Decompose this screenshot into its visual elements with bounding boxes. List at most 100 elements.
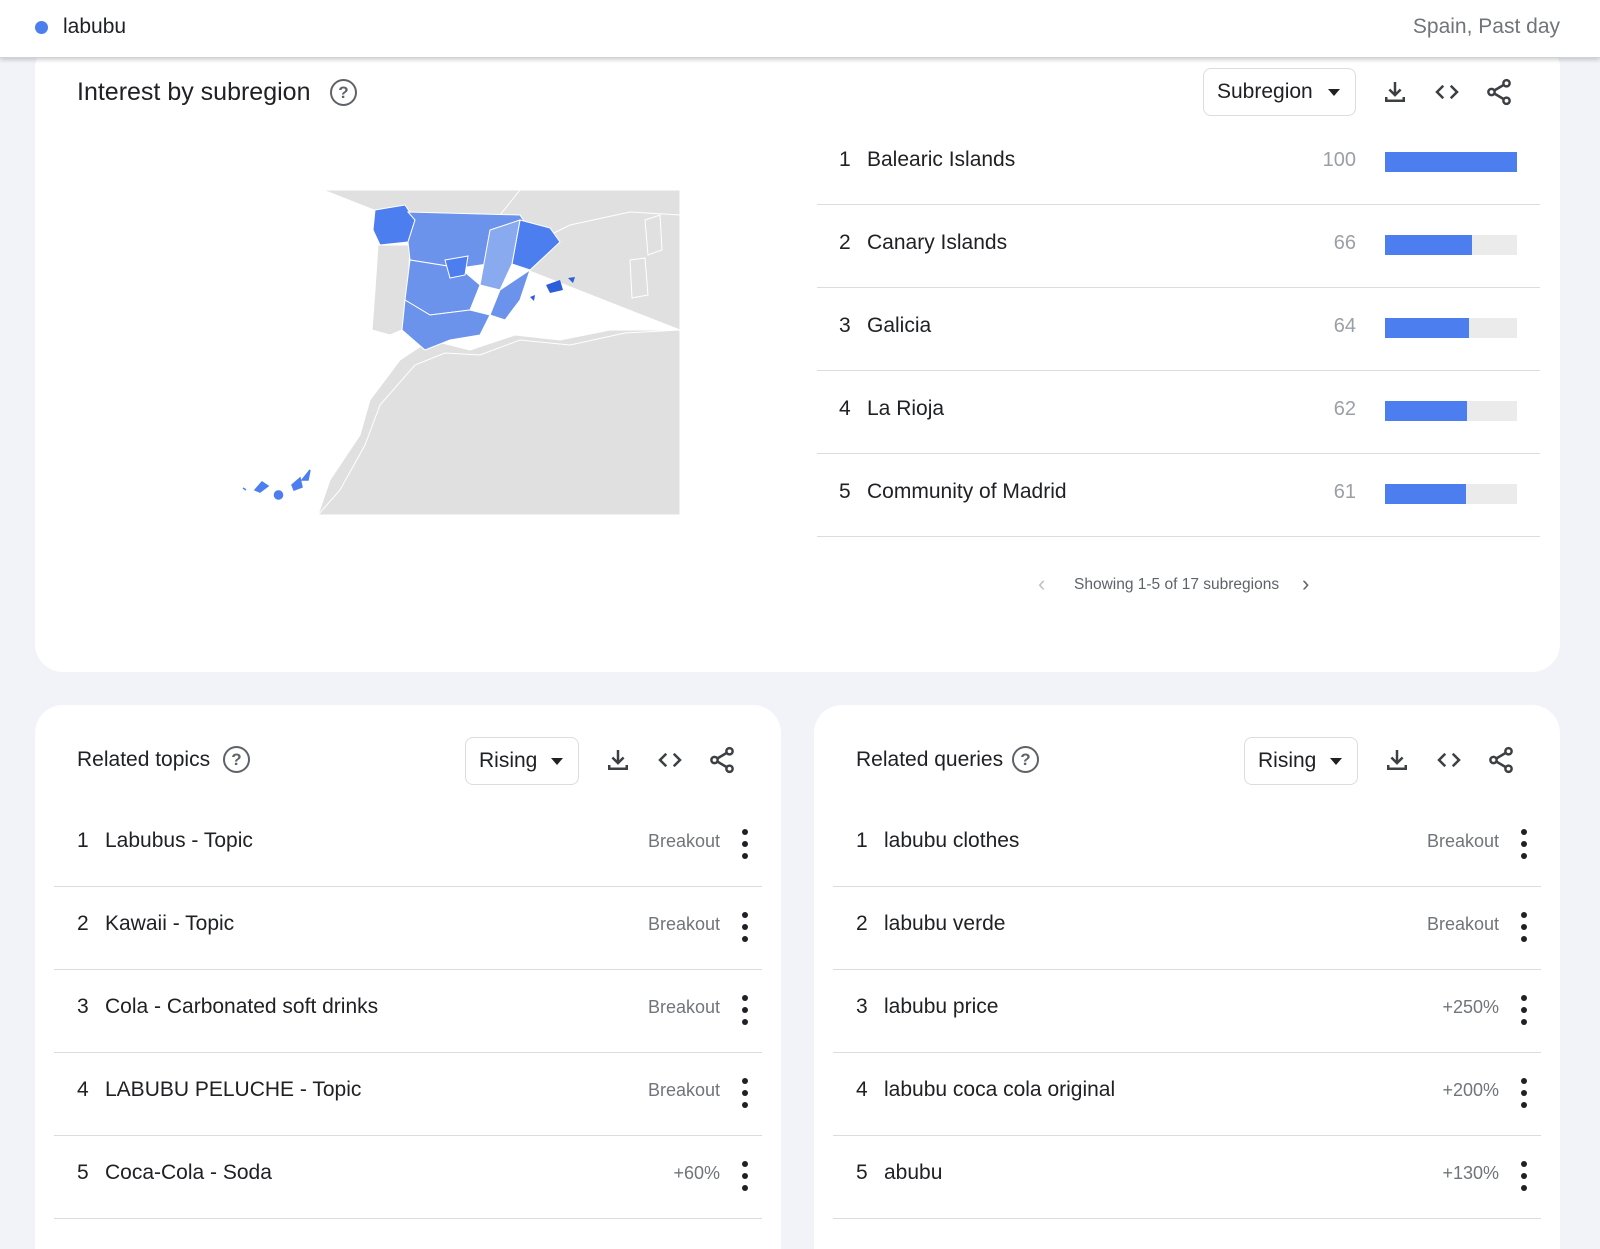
dropdown-value: Rising <box>479 749 538 772</box>
topics-dropdown[interactable]: Rising <box>465 737 579 785</box>
list-item[interactable]: 3 labubu price +250% <box>833 970 1541 1053</box>
value-bar-track <box>1385 484 1517 504</box>
list-item[interactable]: 4 labubu coca cola original +200% <box>833 1053 1541 1136</box>
more-vert-icon[interactable] <box>1514 1075 1534 1111</box>
chevron-right-icon[interactable]: › <box>1302 571 1309 597</box>
term-color-dot <box>35 21 48 34</box>
more-vert-icon[interactable] <box>1514 826 1534 862</box>
list-item[interactable]: 3 Cola - Carbonated soft drinks Breakout <box>54 970 762 1053</box>
more-vert-icon[interactable] <box>735 1075 755 1111</box>
download-icon[interactable] <box>1380 77 1410 107</box>
list-item[interactable]: 1 Labubus - Topic Breakout <box>54 804 762 887</box>
row-rank: 3 <box>77 995 89 1018</box>
row-value: 61 <box>1333 481 1356 503</box>
dropdown-value: Rising <box>1258 749 1317 772</box>
value-bar-track <box>1385 152 1517 172</box>
help-circle-icon[interactable]: ? <box>223 746 250 773</box>
value-bar-track <box>1385 235 1517 255</box>
row-rank: 1 <box>856 829 868 852</box>
list-item[interactable]: 4 LABUBU PELUCHE - Topic Breakout <box>54 1053 762 1136</box>
row-name: Galicia <box>867 314 932 337</box>
row-value: Breakout <box>647 997 720 1017</box>
resolution-dropdown[interactable]: Subregion <box>1203 68 1356 116</box>
share-icon[interactable] <box>1484 77 1514 107</box>
row-value: +250% <box>1442 997 1499 1017</box>
row-name: labubu coca cola original <box>884 1078 1116 1101</box>
value-bar-fill <box>1385 484 1466 504</box>
list-item[interactable]: 1 labubu clothes Breakout <box>833 804 1541 887</box>
queries-dropdown[interactable]: Rising <box>1244 737 1358 785</box>
more-vert-icon[interactable] <box>735 992 755 1028</box>
more-vert-icon[interactable] <box>1514 992 1534 1028</box>
row-name: labubu verde <box>884 912 1006 935</box>
related-queries-card: Related queries ? Rising 1 labubu clothe… <box>814 705 1560 1249</box>
embed-code-icon[interactable] <box>1432 77 1462 107</box>
list-item[interactable]: 2 labubu verde Breakout <box>833 887 1541 970</box>
help-circle-icon[interactable]: ? <box>330 79 357 106</box>
row-name: Coca-Cola - Soda <box>105 1161 272 1184</box>
chevron-left-icon[interactable]: ‹ <box>1038 571 1045 597</box>
caret-down-icon <box>1328 89 1340 96</box>
more-vert-icon[interactable] <box>1514 1158 1534 1194</box>
card-title: Related topics <box>77 748 211 771</box>
row-name: labubu price <box>884 995 999 1018</box>
subregion-row[interactable]: 4 La Rioja 62 <box>817 371 1540 454</box>
row-rank: 4 <box>77 1078 89 1101</box>
row-rank: 2 <box>77 912 89 935</box>
row-value: Breakout <box>647 831 720 851</box>
row-name: Kawaii - Topic <box>105 912 235 935</box>
subregion-pager: ‹ Showing 1-5 of 17 subregions › <box>1030 565 1330 605</box>
row-name: labubu clothes <box>884 829 1020 852</box>
value-bar-fill <box>1385 318 1470 338</box>
subregion-row[interactable]: 2 Canary Islands 66 <box>817 205 1540 288</box>
row-value: Breakout <box>1426 914 1499 934</box>
value-bar-track <box>1385 318 1517 338</box>
more-vert-icon[interactable] <box>735 826 755 862</box>
caret-down-icon <box>551 758 563 765</box>
list-item[interactable]: 2 Kawaii - Topic Breakout <box>54 887 762 970</box>
row-rank: 1 <box>839 148 851 171</box>
row-value: 66 <box>1333 232 1356 254</box>
list-item[interactable]: 5 abubu +130% <box>833 1136 1541 1219</box>
value-bar-track <box>1385 401 1517 421</box>
embed-code-icon[interactable] <box>655 745 685 775</box>
more-vert-icon[interactable] <box>735 909 755 945</box>
download-icon[interactable] <box>603 745 633 775</box>
row-name: Cola - Carbonated soft drinks <box>105 995 379 1018</box>
list-item[interactable]: 5 Coca-Cola - Soda +60% <box>54 1136 762 1219</box>
row-rank: 4 <box>856 1078 868 1101</box>
row-name: Labubus - Topic <box>105 829 253 852</box>
pager-text: Showing 1-5 of 17 subregions <box>1074 576 1280 593</box>
more-vert-icon[interactable] <box>735 1158 755 1194</box>
value-bar-fill <box>1385 401 1467 421</box>
download-icon[interactable] <box>1382 745 1412 775</box>
subregion-row[interactable]: 5 Community of Madrid 61 <box>817 454 1540 537</box>
row-value: 64 <box>1333 315 1356 337</box>
help-circle-icon[interactable]: ? <box>1012 746 1039 773</box>
value-bar-fill <box>1385 152 1517 172</box>
row-rank: 5 <box>77 1161 89 1184</box>
related-topics-card: Related topics ? Rising 1 Labubus - Topi… <box>35 705 781 1249</box>
term-bar: labubu Spain, Past day <box>0 0 1600 58</box>
row-rank: 1 <box>77 829 89 852</box>
card-title: Interest by subregion <box>77 78 311 106</box>
row-rank: 5 <box>839 480 851 503</box>
share-icon[interactable] <box>707 745 737 775</box>
embed-code-icon[interactable] <box>1434 745 1464 775</box>
dropdown-value: Subregion <box>1217 80 1313 103</box>
more-vert-icon[interactable] <box>1514 909 1534 945</box>
subregion-row[interactable]: 1 Balearic Islands 100 <box>817 122 1540 205</box>
row-name: abubu <box>884 1161 943 1184</box>
subregion-row[interactable]: 3 Galicia 64 <box>817 288 1540 371</box>
search-term-label: labubu <box>63 15 127 38</box>
caret-down-icon <box>1330 758 1342 765</box>
spain-map[interactable] <box>230 190 680 525</box>
row-value: +130% <box>1442 1163 1499 1183</box>
region-canary-islands <box>242 469 311 500</box>
row-rank: 3 <box>839 314 851 337</box>
row-name: Balearic Islands <box>867 148 1016 171</box>
row-rank: 2 <box>839 231 851 254</box>
row-rank: 2 <box>856 912 868 935</box>
share-icon[interactable] <box>1486 745 1516 775</box>
row-value: 62 <box>1333 398 1356 420</box>
